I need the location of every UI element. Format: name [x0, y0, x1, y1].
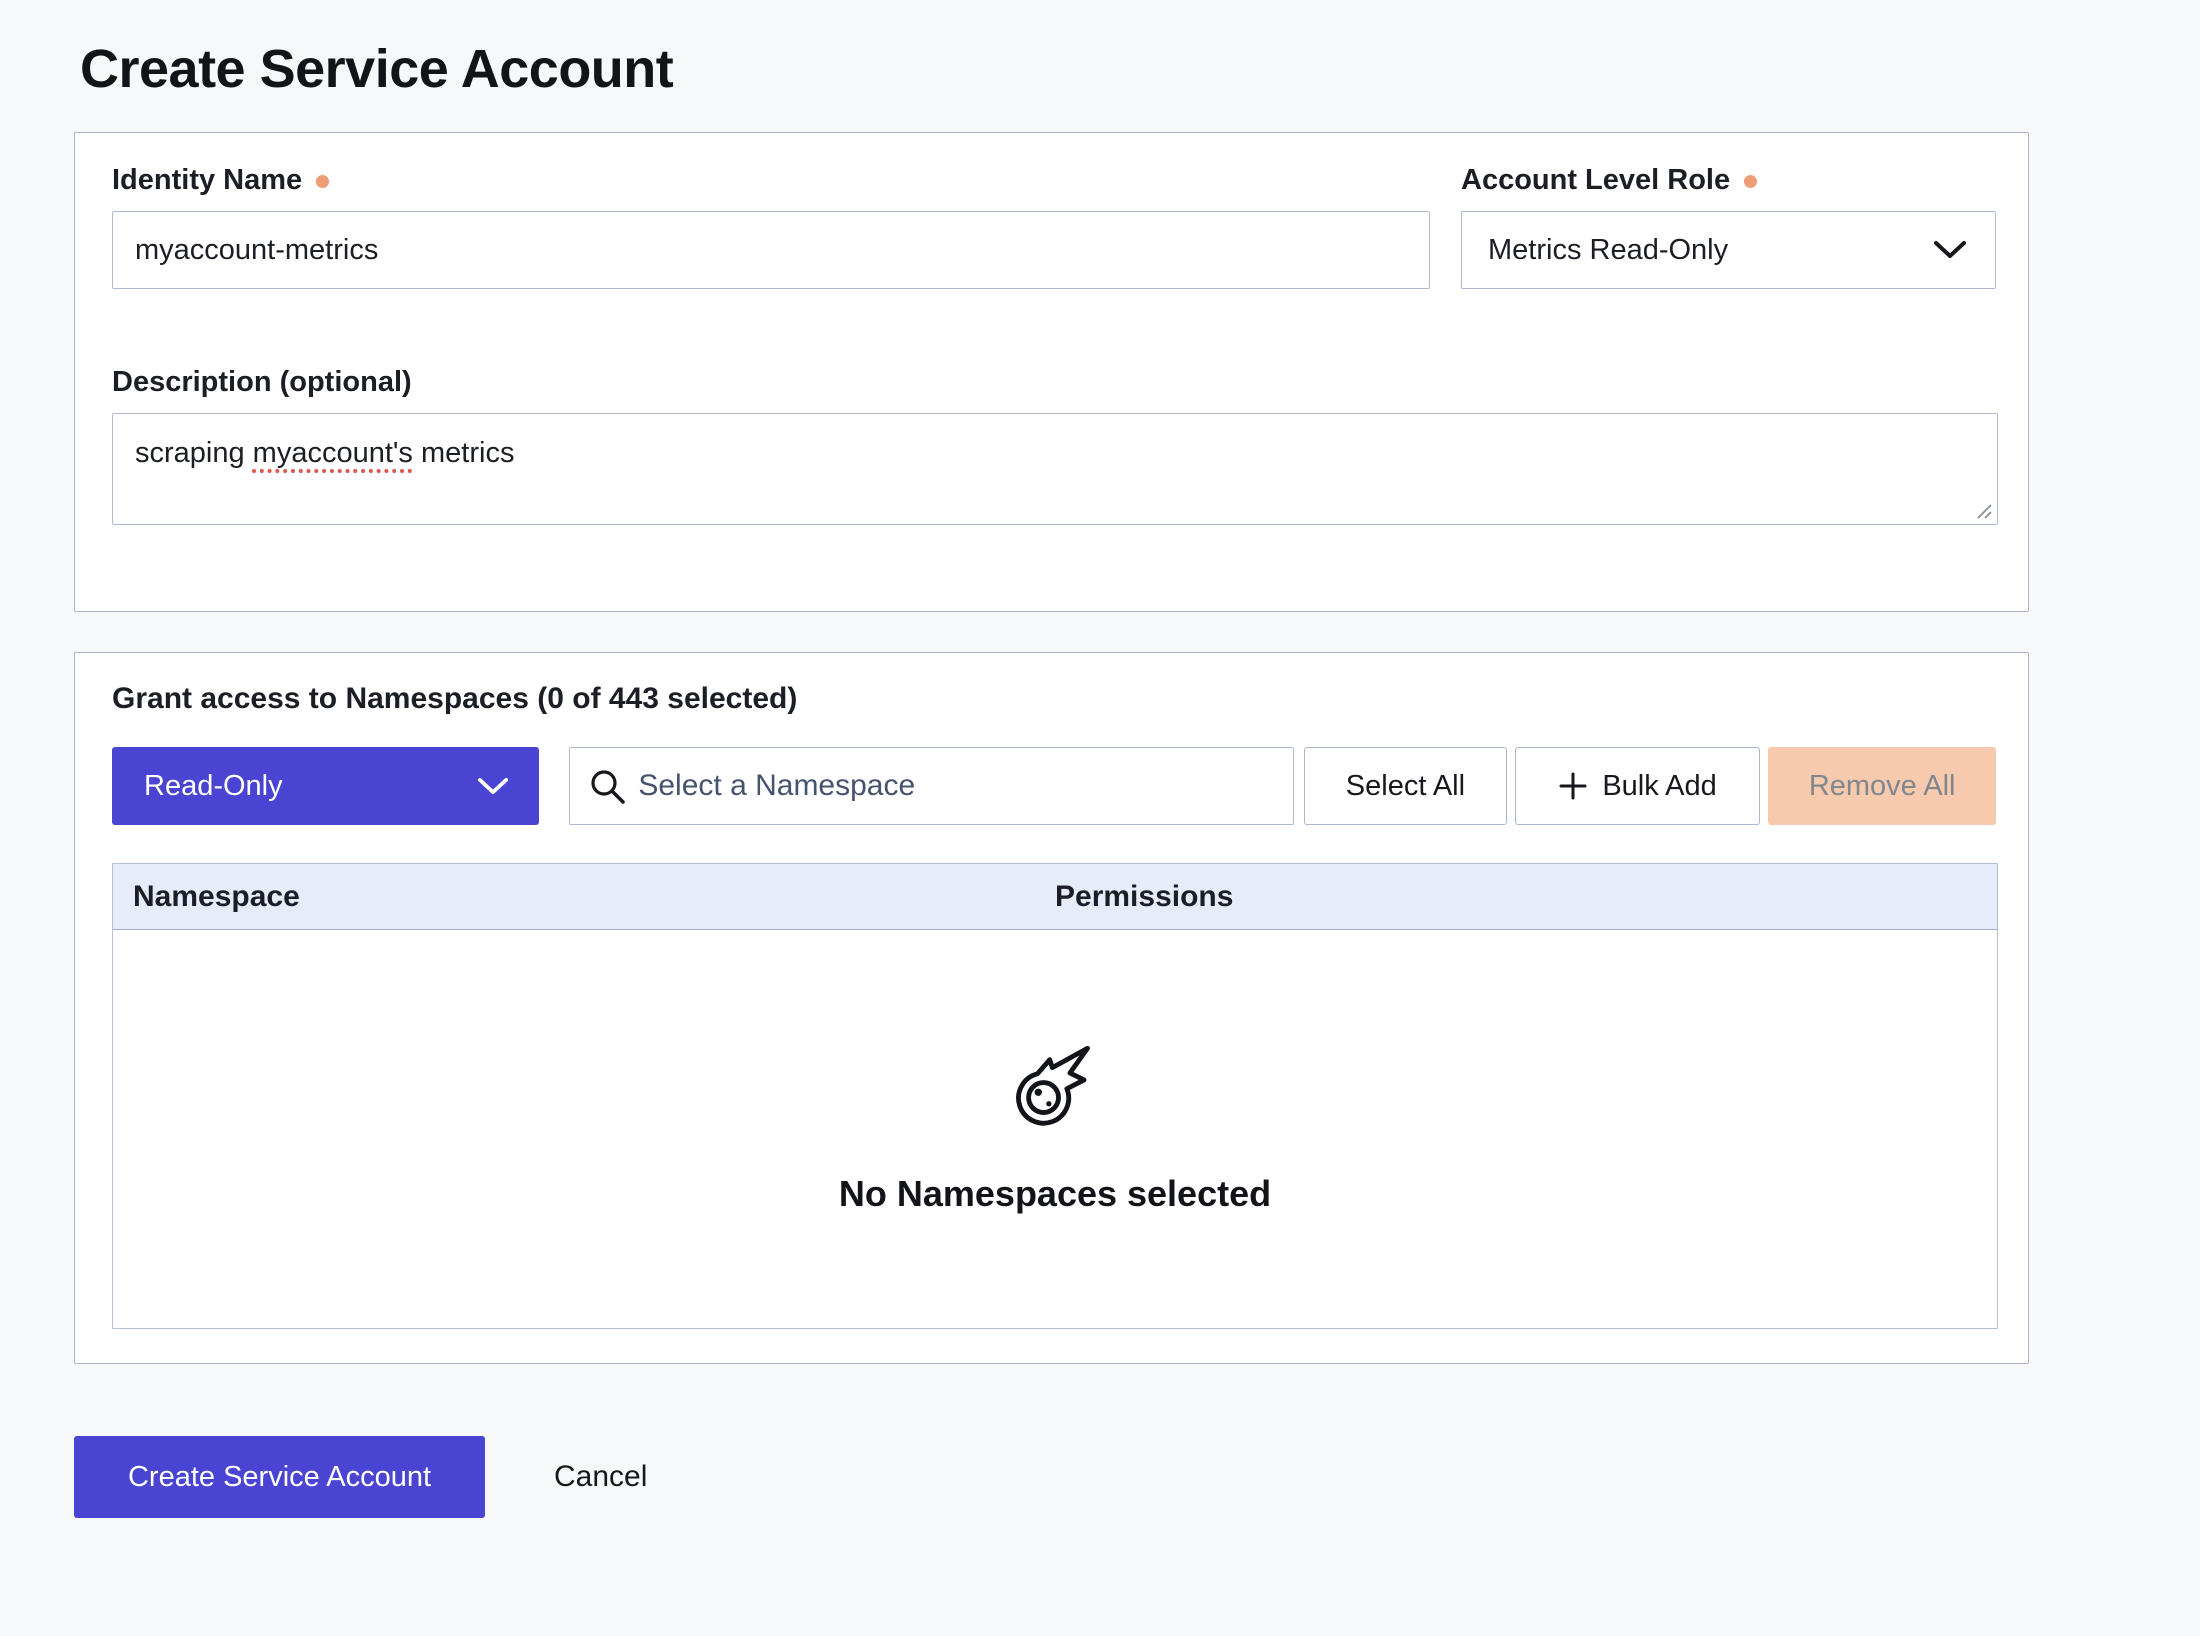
cancel-button[interactable]: Cancel [548, 1459, 653, 1495]
description-label-text: Description (optional) [112, 365, 412, 399]
empty-state-message: No Namespaces selected [839, 1173, 1271, 1215]
namespaces-card: Grant access to Namespaces (0 of 443 sel… [74, 652, 2029, 1364]
required-dot-icon [1744, 175, 1757, 188]
column-header-namespace: Namespace [113, 880, 1055, 914]
chevron-down-icon [1933, 240, 1967, 260]
namespaces-table-body: No Namespaces selected [113, 930, 1997, 1328]
column-header-permissions: Permissions [1055, 880, 1997, 914]
account-level-role-value: Metrics Read-Only [1488, 234, 1728, 267]
identity-name-input[interactable] [112, 211, 1430, 289]
namespace-search-input[interactable] [569, 747, 1294, 825]
description-misspelled-word: myaccount's [253, 437, 413, 469]
remove-all-button[interactable]: Remove All [1768, 747, 1996, 825]
namespaces-heading: Grant access to Namespaces (0 of 443 sel… [112, 679, 1996, 719]
description-textarea[interactable]: scraping myaccount's metrics [112, 413, 1998, 525]
identity-card: Identity Name Account Level Role Metrics… [74, 132, 2029, 612]
plus-icon [1558, 771, 1588, 801]
account-level-role-label: Account Level Role [1461, 163, 1996, 197]
search-icon [589, 768, 627, 806]
bulk-add-button[interactable]: Bulk Add [1515, 747, 1761, 825]
empty-state: No Namespaces selected [839, 1043, 1271, 1215]
bulk-add-label: Bulk Add [1602, 770, 1716, 803]
footer-actions: Create Service Account Cancel [74, 1436, 2200, 1518]
permission-dropdown-value: Read-Only [144, 770, 283, 803]
namespace-search [569, 747, 1294, 825]
account-level-role-field-group: Account Level Role Metrics Read-Only [1461, 163, 1996, 289]
account-level-role-select[interactable]: Metrics Read-Only [1461, 211, 1996, 289]
identity-name-label: Identity Name [112, 163, 1430, 197]
identity-name-field-group: Identity Name [112, 163, 1430, 289]
permission-dropdown[interactable]: Read-Only [112, 747, 539, 825]
namespaces-table: Namespace Permissions No Namespaces sele… [112, 863, 1998, 1329]
description-text: metrics [413, 437, 515, 469]
chevron-down-icon [477, 777, 509, 796]
description-text: scraping [135, 437, 253, 469]
meteor-icon [1011, 1043, 1099, 1131]
namespaces-table-header: Namespace Permissions [113, 864, 1997, 930]
description-label: Description (optional) [112, 365, 1996, 399]
namespaces-controls-row: Read-Only Select All Bulk Add Remove All [112, 747, 1996, 825]
resize-handle-icon[interactable] [1973, 500, 1993, 520]
required-dot-icon [316, 175, 329, 188]
create-service-account-button[interactable]: Create Service Account [74, 1436, 485, 1518]
account-level-role-label-text: Account Level Role [1461, 163, 1730, 197]
select-all-button[interactable]: Select All [1304, 747, 1507, 825]
identity-name-label-text: Identity Name [112, 163, 302, 197]
page-title: Create Service Account [80, 36, 2200, 102]
description-field-group: Description (optional) scraping myaccoun… [112, 365, 1996, 525]
